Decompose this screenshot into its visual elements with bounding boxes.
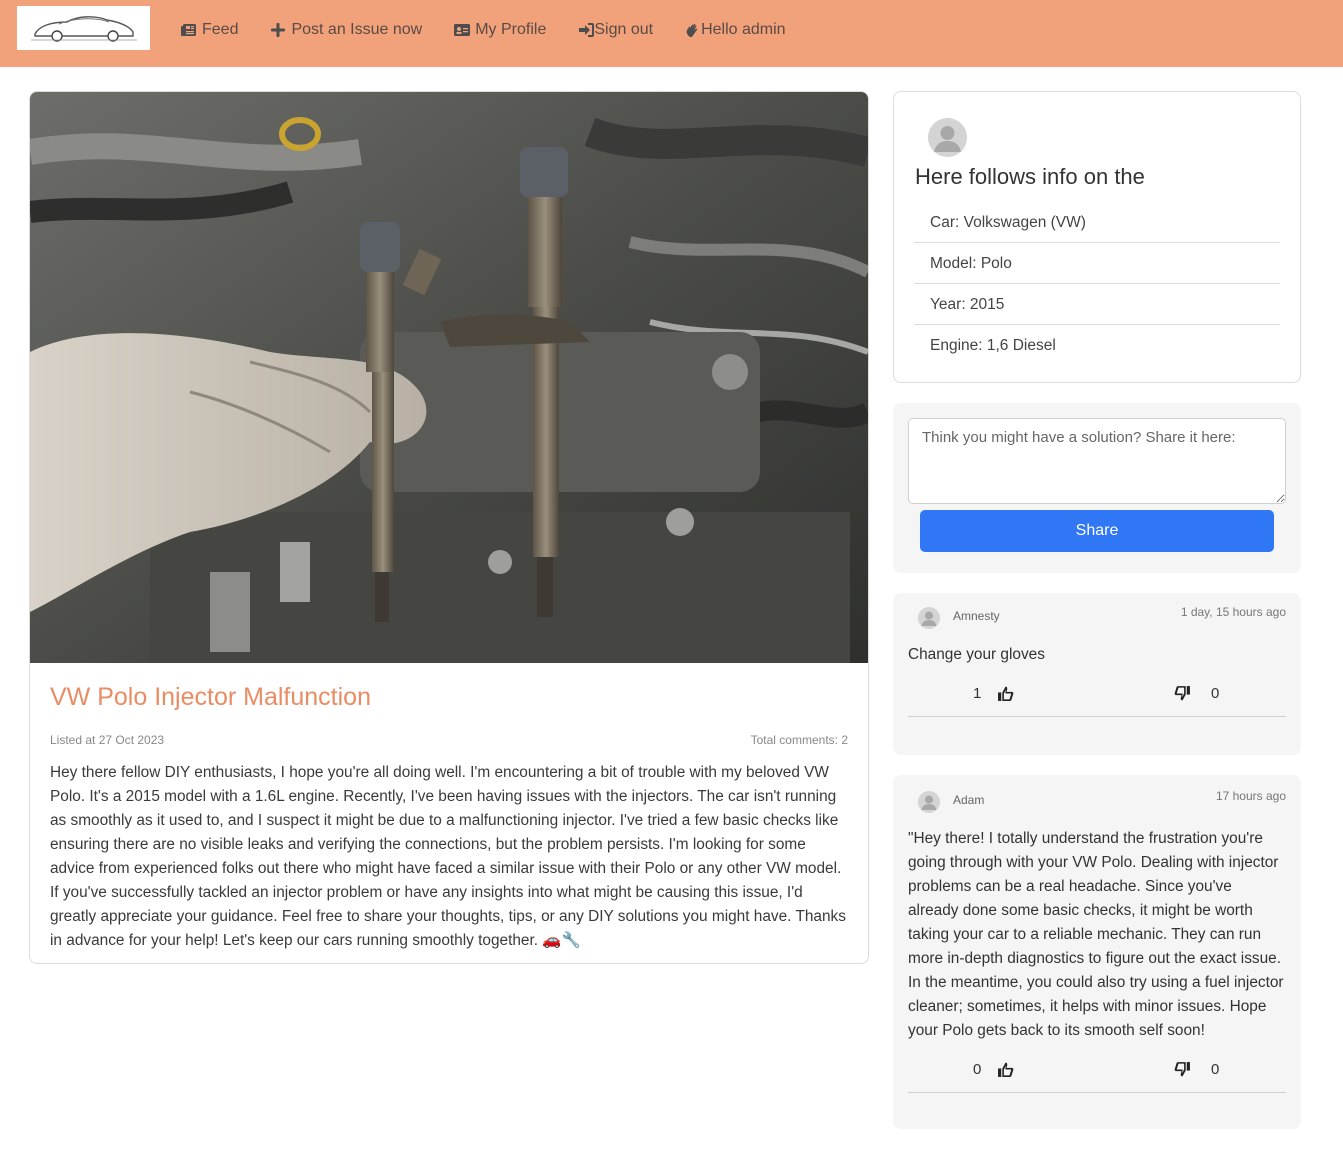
info-car: Car: Volkswagen (VW) [914, 202, 1280, 243]
nav-sign-out-label: Sign out [594, 21, 654, 38]
thumbs-down-icon[interactable] [1174, 1061, 1191, 1078]
comment-votes: 0 0 [908, 1053, 1286, 1093]
share-button[interactable]: Share [920, 510, 1274, 552]
info-engine: Engine: 1,6 Diesel [930, 337, 1056, 354]
plus-icon [271, 23, 286, 37]
nav-hello-admin-label: Hello admin [701, 21, 786, 38]
upvote-count: 0 [973, 1061, 982, 1078]
downvote-count: 0 [1211, 685, 1220, 702]
post-card: VW Polo Injector Malfunction Listed at 2… [29, 91, 869, 964]
user-avatar-icon [928, 118, 967, 157]
comment-text: "Hey there! I totally understand the fru… [908, 830, 1284, 1039]
nav-hello-admin-link[interactable]: Hello admin [685, 18, 786, 42]
post-body-text: Hey there fellow DIY enthusiasts, I hope… [50, 764, 846, 949]
site-logo[interactable] [17, 6, 150, 50]
post-image [30, 92, 868, 663]
post-total-comments: Total comments: 2 [750, 733, 848, 747]
info-year: Year: 2015 [914, 284, 1280, 325]
newspaper-icon [181, 24, 196, 36]
downvote-count: 0 [1211, 1061, 1220, 1078]
nav-post-issue-label: Post an Issue now [291, 21, 423, 38]
top-navbar: Feed Post an Issue now My Profile Sign o… [0, 0, 1343, 67]
share-solution-box: Share [893, 403, 1301, 573]
comment-header: Amnesty 1 day, 15 hours ago [908, 605, 1286, 631]
waving-hand-icon [686, 23, 698, 38]
upvote-count: 1 [973, 685, 982, 702]
id-card-icon [454, 24, 471, 36]
nav-feed-link[interactable]: Feed [181, 18, 238, 42]
nav-feed-label: Feed [202, 21, 239, 38]
info-model: Model: Polo [914, 243, 1280, 284]
user-avatar-icon [918, 607, 940, 629]
nav-sign-out-link[interactable]: Sign out [578, 18, 653, 42]
nav-my-profile-link[interactable]: My Profile [454, 18, 546, 42]
comment-card: Adam 17 hours ago "Hey there! I totally … [893, 775, 1301, 1129]
thumbs-up-icon[interactable] [997, 685, 1014, 702]
comment-author: Amnesty [953, 609, 1000, 623]
commenter-avatar [918, 791, 940, 813]
comment-text: Change your gloves [908, 646, 1045, 663]
comment-author: Adam [953, 793, 985, 807]
comment-time: 17 hours ago [1215, 789, 1286, 803]
comment-time: 1 day, 15 hours ago [1180, 605, 1286, 619]
info-heading: Here follows info on the [915, 164, 1145, 189]
post-listed-date: Listed at 27 Oct 2023 [50, 733, 165, 747]
comment-header: Adam 17 hours ago [908, 789, 1286, 815]
comment-card: Amnesty 1 day, 15 hours ago Change your … [893, 593, 1301, 755]
user-avatar-icon [918, 791, 940, 813]
post-meta: Listed at 27 Oct 2023 Total comments: 2 [50, 733, 848, 747]
car-logo-icon [30, 16, 137, 42]
thumbs-down-icon[interactable] [1174, 685, 1191, 702]
solution-input[interactable] [908, 418, 1286, 504]
nav-my-profile-label: My Profile [475, 21, 547, 38]
thumbs-up-icon[interactable] [997, 1061, 1014, 1078]
car-info-list: Car: Volkswagen (VW) Model: Polo Year: 2… [914, 202, 1280, 366]
car-info-card: Here follows info on the Car: Volkswagen… [893, 91, 1301, 383]
nav-post-issue-link[interactable]: Post an Issue now [270, 18, 422, 42]
post-title: VW Polo Injector Malfunction [50, 683, 371, 711]
author-avatar [928, 118, 967, 157]
sign-out-icon [579, 23, 595, 37]
commenter-avatar [918, 607, 940, 629]
comment-votes: 1 0 [908, 677, 1286, 717]
